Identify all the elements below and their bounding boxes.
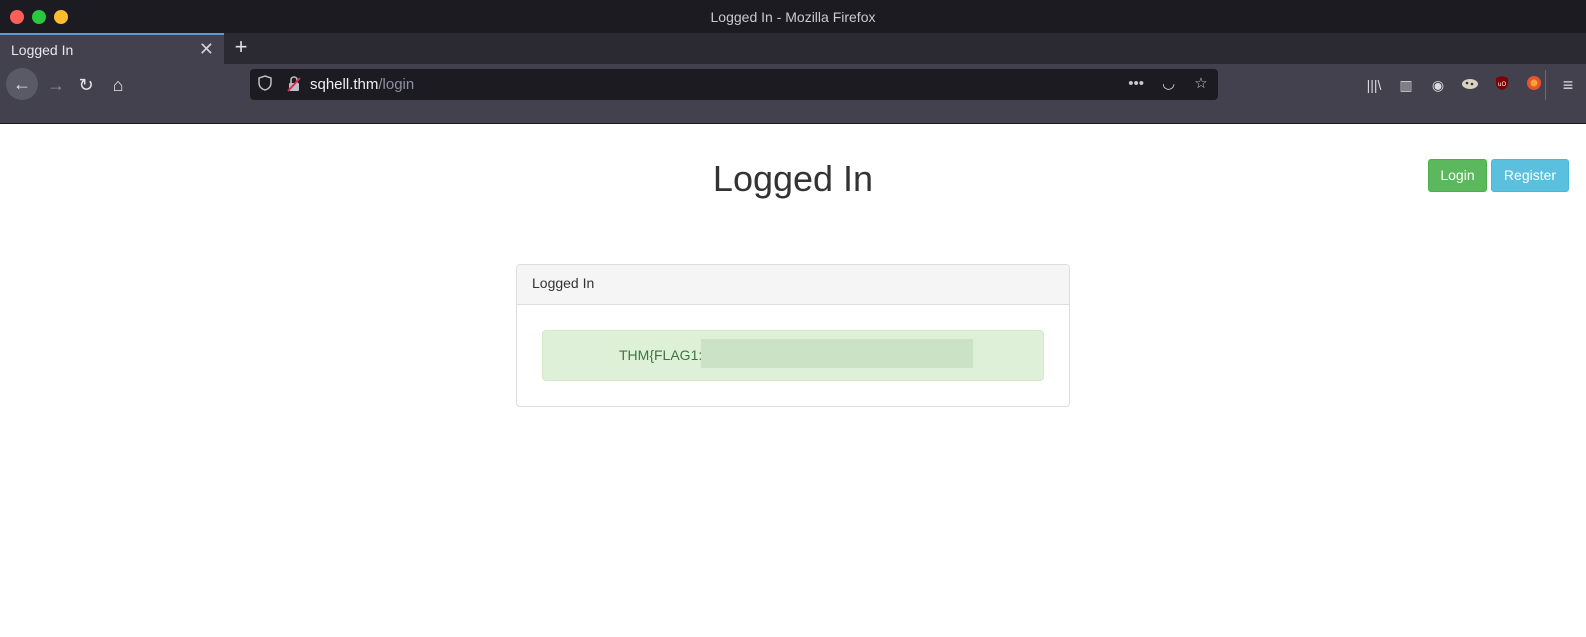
panel-heading: Logged In <box>517 265 1069 305</box>
reload-button[interactable]: ↻ <box>70 69 102 101</box>
pocket-icon[interactable]: ◡ <box>1160 74 1178 92</box>
tracking-protection-icon[interactable] <box>258 75 272 93</box>
tab-logged-in[interactable]: Logged In ✕ <box>0 33 224 64</box>
back-button[interactable]: ← <box>6 68 38 100</box>
redacted-flag-block <box>701 339 973 368</box>
url-text[interactable]: sqhell.thm/login <box>310 76 414 93</box>
foxyproxy-icon[interactable] <box>1524 75 1544 95</box>
title-bar: Logged In - Mozilla Firefox <box>0 0 1586 33</box>
url-bar[interactable]: sqhell.thm/login ••• ◡ ☆ <box>250 69 1218 100</box>
toolbar-icons: |||\ ▥ ◉ uO ≡ <box>1336 64 1586 106</box>
tab-label: Logged In <box>11 42 74 58</box>
sidebar-icon[interactable]: ▥ <box>1396 75 1416 95</box>
browser-window: Logged In - Mozilla Firefox Logged In ✕ … <box>0 0 1586 637</box>
navigation-bar: ← → ↻ ⌂ sqhell.thm/login ••• ◡ ☆ |||\ ▥ … <box>0 64 1586 106</box>
page-title: Logged In <box>712 158 874 199</box>
account-icon[interactable]: ◉ <box>1428 75 1448 95</box>
ublock-origin-icon[interactable]: uO <box>1492 75 1512 95</box>
library-icon[interactable]: |||\ <box>1364 75 1384 95</box>
bookmarks-strip <box>0 106 1586 124</box>
forward-button[interactable]: → <box>40 69 72 101</box>
register-button[interactable]: Register <box>1491 159 1569 192</box>
bookmark-star-icon[interactable]: ☆ <box>1192 74 1210 92</box>
url-host: sqhell.thm <box>310 76 379 93</box>
flag-text: THM{FLAG1: <box>619 347 703 363</box>
more-actions-icon[interactable]: ••• <box>1127 75 1145 92</box>
logged-in-panel: Logged In THM{FLAG1: <box>516 264 1070 407</box>
close-tab-icon[interactable]: ✕ <box>199 39 214 60</box>
login-button[interactable]: Login <box>1428 159 1487 192</box>
insecure-lock-icon[interactable] <box>286 75 302 93</box>
url-actions: ••• ◡ ☆ <box>1117 74 1210 94</box>
menu-icon[interactable]: ≡ <box>1558 75 1578 95</box>
tab-strip: Logged In ✕ + <box>0 33 1586 64</box>
new-tab-button[interactable]: + <box>230 35 252 59</box>
web-page: Logged In Login Register Logged In THM{F… <box>0 125 1586 637</box>
home-button[interactable]: ⌂ <box>102 69 134 101</box>
window-title: Logged In - Mozilla Firefox <box>710 9 876 25</box>
success-alert: THM{FLAG1: <box>542 330 1044 381</box>
svg-text:uO: uO <box>1498 81 1507 88</box>
url-path: /login <box>378 76 415 93</box>
extension-cookie-icon[interactable] <box>1460 75 1480 95</box>
toolbar-separator <box>1545 70 1546 100</box>
